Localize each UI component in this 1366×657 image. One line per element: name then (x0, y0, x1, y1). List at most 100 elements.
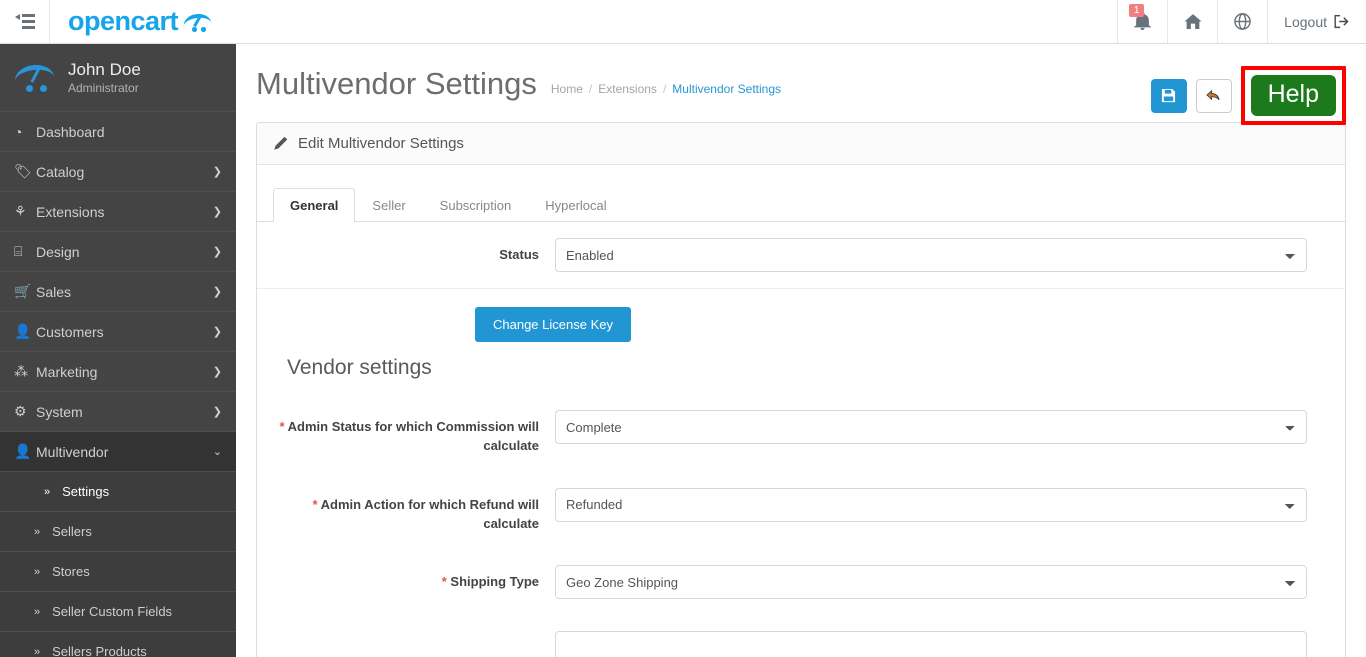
edit-settings-panel: Edit Multivendor Settings General Seller S… (256, 122, 1346, 657)
sidebar-item-label: Sales (36, 283, 72, 300)
chevron-icon: ❯ (212, 366, 222, 378)
page-header-actions: Help (1150, 62, 1346, 125)
sidebar-profile: John Doe Administrator (0, 44, 236, 112)
logout-button[interactable]: Logout (1267, 0, 1366, 43)
tag-icon: 🏷 (14, 163, 32, 179)
panel-header: Edit Multivendor Settings (257, 123, 1345, 165)
double-chevron-icon: » (34, 605, 41, 618)
refund-action-label: * Admin Action for which Refund will cal… (277, 488, 555, 534)
sidebar-item-extensions[interactable]: ⚘ Extensions ❯ (0, 192, 236, 232)
sidebar-item-label: Design (36, 243, 80, 260)
chevron-icon: ❯ (212, 326, 222, 338)
tab-seller[interactable]: Seller (355, 188, 422, 222)
form-row-next-field (257, 615, 1345, 657)
commission-status-label: * Admin Status for which Commission will… (277, 410, 555, 456)
profile-role: Administrator (68, 80, 139, 95)
tab-subscription[interactable]: Subscription (423, 188, 529, 222)
double-chevron-icon: » (34, 565, 41, 578)
form-row-refund-action: * Admin Action for which Refund will cal… (257, 472, 1345, 550)
vendor-settings-section-title: Vendor settings (287, 356, 432, 379)
sidebar-subitem-label: Settings (62, 484, 110, 499)
sidebar-subitem-seller-custom-fields[interactable]: » Seller Custom Fields (0, 592, 236, 632)
sidebar-subitem-label: Seller Custom Fields (52, 604, 173, 619)
shipping-type-label-text: Shipping Type (450, 574, 539, 590)
brand-text: opencart (68, 6, 179, 36)
logout-label: Logout (1284, 13, 1327, 30)
chevron-icon: ❯ (212, 286, 222, 298)
tab-hyperlocal[interactable]: Hyperlocal (528, 188, 623, 222)
form-row-shipping-type: * Shipping Type Geo Zone Shipping (257, 549, 1345, 615)
sign-out-icon (1334, 14, 1349, 29)
sidebar-subitem-sellers-products[interactable]: » Sellers Products (0, 632, 236, 657)
commission-status-label-text: Admin Status for which Commission will c… (287, 419, 539, 453)
chevron-icon: ❯ (212, 246, 222, 258)
home-icon (1184, 14, 1202, 29)
shipping-type-select[interactable]: Geo Zone Shipping (555, 565, 1307, 600)
required-marker: * (312, 496, 318, 512)
opencart-logo[interactable]: opencart (50, 0, 231, 43)
sidebar-item-label: Extensions (36, 203, 105, 220)
next-field-label (277, 631, 555, 639)
sidebar-subitem-sellers[interactable]: » Sellers (0, 512, 236, 552)
form-row-status: Status Enabled (257, 222, 1345, 289)
sidebar: John Doe Administrator ◔ Dashboard 🏷 Catalo… (0, 44, 236, 657)
tab-general[interactable]: General (273, 188, 356, 222)
required-marker: * (441, 574, 447, 590)
settings-tabs: General Seller Subscription Hyperlocal (257, 165, 1345, 222)
back-button[interactable] (1195, 78, 1232, 113)
refund-action-label-text: Admin Action for which Refund will calcu… (320, 496, 539, 531)
sidebar-item-multivendor[interactable]: 👤 Multivendor ⌄ (0, 432, 236, 472)
commission-status-select[interactable]: Complete (555, 410, 1307, 444)
indent-list-icon (14, 14, 35, 29)
next-field-input[interactable] (555, 631, 1307, 657)
desktop-icon: ⌸ (14, 243, 23, 259)
sidebar-item-label: Catalog (36, 163, 85, 180)
sidebar-nav: ◔ Dashboard 🏷 Catalog ❯ ⚘ Extensions ❯ ⌸ Design ❯ 🛒… (0, 112, 236, 657)
sidebar-subitem-label: Sellers Products (52, 644, 147, 657)
floppy-disk-icon (1162, 88, 1176, 103)
reply-arrow-icon (1206, 89, 1220, 101)
dashboard-icon: ◔ (14, 123, 23, 140)
sidebar-item-label: Multivendor (36, 443, 109, 460)
page-header: Multivendor Settings Home / Extensions /… (236, 44, 1366, 125)
sidebar-item-system[interactable]: ⚙ System ❯ (0, 392, 236, 432)
help-button[interactable]: Help (1250, 75, 1336, 116)
chevron-icon: ❯ (212, 206, 222, 218)
sidebar-subitem-settings[interactable]: » Settings (0, 472, 236, 512)
sidebar-item-sales[interactable]: 🛒 Sales ❯ (0, 272, 236, 312)
save-button[interactable] (1150, 78, 1187, 113)
storefront-home-button[interactable] (1167, 0, 1217, 43)
sidebar-item-marketing[interactable]: ⁂ Marketing ❯ (0, 352, 236, 392)
status-select[interactable]: Enabled (555, 238, 1307, 272)
puzzle-icon: ⚘ (14, 203, 27, 219)
profile-name: John Doe (68, 60, 141, 80)
opencart-cart-icon (182, 11, 213, 32)
form-row-commission-status: * Admin Status for which Commission will… (257, 394, 1345, 472)
refund-action-select[interactable]: Refunded (555, 487, 1307, 522)
main-content: Multivendor Settings Home / Extensions /… (236, 44, 1366, 657)
language-button[interactable] (1217, 0, 1267, 43)
sidebar-item-dashboard[interactable]: ◔ Dashboard (0, 112, 236, 152)
double-chevron-icon: » (34, 525, 41, 538)
status-label: Status (499, 247, 539, 262)
chevron-icon: ❯ (212, 166, 222, 178)
breadcrumb-home[interactable]: Home (551, 82, 583, 96)
sidebar-subitem-stores[interactable]: » Stores (0, 552, 236, 592)
sidebar-toggle-button[interactable] (0, 0, 50, 43)
sidebar-subitem-label: Sellers (52, 524, 92, 539)
sidebar-subitem-label: Stores (52, 564, 90, 579)
sidebar-item-design[interactable]: ⌸ Design ❯ (0, 232, 236, 272)
breadcrumb-current[interactable]: Multivendor Settings (672, 82, 781, 96)
change-license-key-button[interactable]: Change License Key (475, 307, 631, 342)
breadcrumb-extensions[interactable]: Extensions (598, 82, 657, 96)
settings-form: Status Enabled Change License Key Vendor… (257, 222, 1345, 657)
chevron-icon: ⌄ (212, 446, 222, 458)
form-row-license: Change License Key (257, 289, 1345, 348)
shopping-cart-icon: 🛒 (14, 283, 32, 299)
sidebar-item-catalog[interactable]: 🏷 Catalog ❯ (0, 152, 236, 192)
sidebar-item-label: Customers (36, 323, 104, 340)
required-marker: * (279, 419, 285, 434)
double-chevron-icon: » (34, 645, 41, 657)
sidebar-item-customers[interactable]: 👤 Customers ❯ (0, 312, 236, 352)
notifications-button[interactable]: 1 (1117, 0, 1167, 43)
